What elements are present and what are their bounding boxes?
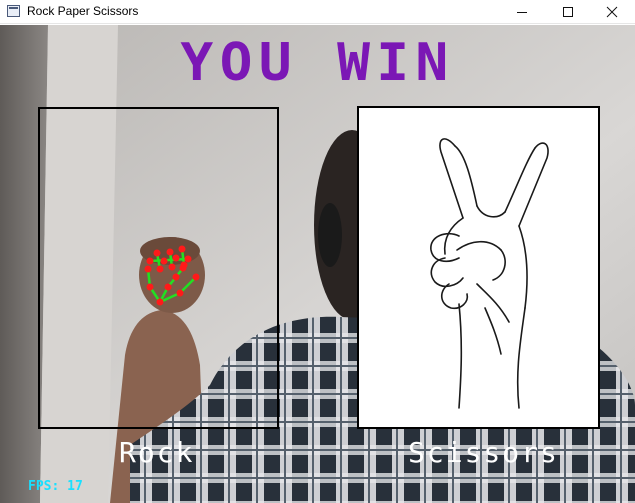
player-move-label: Rock: [119, 436, 195, 469]
window-title: Rock Paper Scissors: [27, 4, 139, 18]
computer-move-box: [357, 106, 600, 429]
close-icon: [606, 6, 618, 18]
camera-feed: YOU WIN Rock Scissors FPS: 17: [0, 25, 635, 503]
scissors-hand-icon: [430, 138, 549, 409]
minimize-icon: [517, 12, 527, 13]
computer-move-label: Scissors: [408, 436, 559, 469]
fps-counter: FPS: 17: [28, 479, 83, 494]
maximize-icon: [563, 7, 573, 17]
app-window-icon: [7, 5, 20, 17]
window-title-bar: Rock Paper Scissors: [0, 0, 635, 24]
maximize-button[interactable]: [545, 0, 591, 24]
minimize-button[interactable]: [499, 0, 545, 24]
close-button[interactable]: [589, 0, 635, 24]
